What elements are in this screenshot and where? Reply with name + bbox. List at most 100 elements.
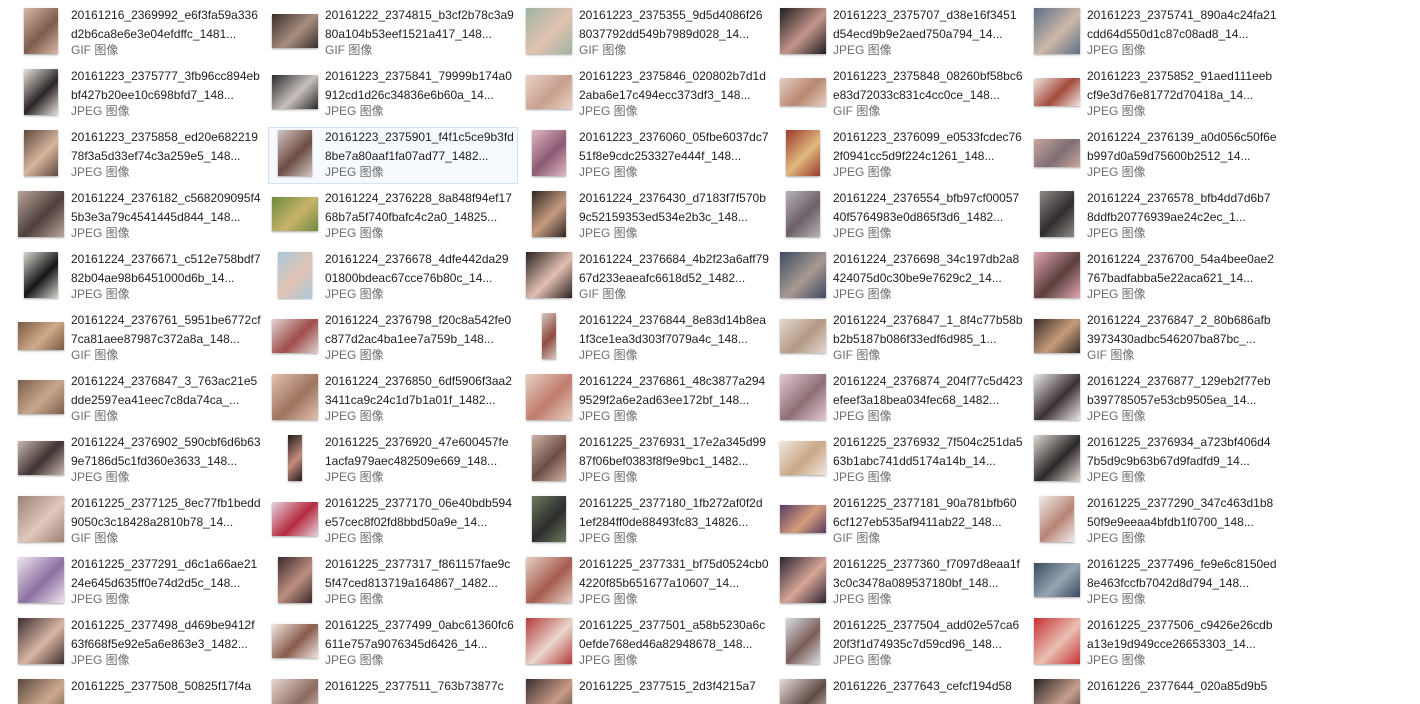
file-name[interactable]: 20161224_2376700_54a4bee0ae2767badfabba5… (1087, 250, 1277, 288)
file-name[interactable]: 20161225_2377180_1fb272af0f2d1ef284ff0de… (579, 494, 769, 532)
file-item[interactable]: 20161224_2376798_f20c8a542fe0c877d2ac4ba… (268, 310, 518, 367)
file-thumbnail[interactable] (17, 556, 65, 604)
file-name[interactable]: 20161225_2377511_763b73877c (325, 677, 515, 704)
file-thumbnail[interactable] (1033, 678, 1081, 704)
file-name[interactable]: 20161225_2377125_8ec77fb1bedd9050c3c1842… (71, 494, 261, 532)
file-name[interactable]: 20161224_2376671_c512e758bdf782b04ae98b6… (71, 250, 261, 288)
file-item[interactable]: 20161224_2376678_4dfe442da2901800bdeac67… (268, 249, 518, 306)
file-item[interactable]: 20161223_2375355_9d5d4086f268037792dd549… (522, 5, 772, 62)
file-item[interactable]: 20161223_2376099_e0533fcdec762f0941cc5d9… (776, 127, 1026, 184)
file-name[interactable]: 20161225_2377290_347c463d1b850f9e9eeaa4b… (1087, 494, 1277, 532)
file-thumbnail[interactable] (525, 190, 573, 238)
file-name[interactable]: 20161224_2376430_d7183f7f570b9c52159353e… (579, 189, 769, 227)
file-thumbnail[interactable] (271, 251, 319, 299)
file-thumbnail[interactable] (779, 678, 827, 704)
file-thumbnail[interactable] (1033, 251, 1081, 299)
file-name[interactable]: 20161225_2377504_add02e57ca620f3f1d74935… (833, 616, 1023, 654)
file-thumbnail[interactable] (1033, 129, 1081, 177)
file-thumbnail[interactable] (17, 68, 65, 116)
file-thumbnail[interactable] (1033, 495, 1081, 543)
file-item[interactable]: 20161223_2375901_f4f1c5ce9b3fd8be7a80aaf… (268, 127, 518, 184)
file-thumbnail[interactable] (17, 617, 65, 665)
file-name[interactable]: 20161224_2376847_2_80b686afb3973430adbc5… (1087, 311, 1277, 349)
file-thumbnail[interactable] (1033, 190, 1081, 238)
file-item[interactable]: 20161225_2377496_fe9e6c8150ed8e463fccfb7… (1030, 554, 1280, 611)
file-name[interactable]: 20161223_2375901_f4f1c5ce9b3fd8be7a80aaf… (325, 128, 515, 166)
file-thumbnail[interactable] (779, 251, 827, 299)
file-item[interactable]: 20161225_2376920_47e600457fe1acfa979aec4… (268, 432, 518, 489)
file-thumbnail[interactable] (779, 190, 827, 238)
file-item[interactable]: 20161224_2376684_4b2f23a6aff7967d233eaea… (522, 249, 772, 306)
file-name[interactable]: 20161224_2376139_a0d056c50f6eb997d0a59d7… (1087, 128, 1277, 166)
file-thumbnail[interactable] (525, 434, 573, 482)
file-thumbnail[interactable] (17, 7, 65, 55)
file-item[interactable]: 20161226_2377643_cefcf194d58 (776, 676, 1026, 704)
file-item[interactable]: 20161225_2377360_f7097d8eaa1f3c0c3478a08… (776, 554, 1026, 611)
file-item[interactable]: 20161225_2377170_06e40bdb594e57cec8f02fd… (268, 493, 518, 550)
file-item[interactable]: 20161224_2376578_bfb4dd7d6b78ddfb2077693… (1030, 188, 1280, 245)
file-item[interactable]: 20161224_2376847_3_763ac21e5dde2597ea41e… (14, 371, 264, 428)
file-thumbnail[interactable] (271, 678, 319, 704)
file-thumbnail[interactable] (525, 251, 573, 299)
file-thumbnail[interactable] (1033, 373, 1081, 421)
file-thumbnail[interactable] (779, 495, 827, 543)
file-name[interactable]: 20161225_2377181_90a781bfb606cf127eb535a… (833, 494, 1023, 532)
file-thumbnail[interactable] (17, 495, 65, 543)
file-thumbnail[interactable] (271, 129, 319, 177)
file-name[interactable]: 20161224_2376877_129eb2f77ebb397785057e5… (1087, 372, 1277, 410)
file-item[interactable]: 20161223_2375707_d38e16f3451d54ecd9b9e2a… (776, 5, 1026, 62)
file-item[interactable]: 20161224_2376847_2_80b686afb3973430adbc5… (1030, 310, 1280, 367)
file-name[interactable]: 20161225_2377170_06e40bdb594e57cec8f02fd… (325, 494, 515, 532)
file-item[interactable]: 20161223_2375852_91aed111eebcf9e3d76e817… (1030, 66, 1280, 123)
file-thumbnail[interactable] (17, 678, 65, 704)
file-item[interactable]: 20161224_2376698_34c197db2a8424075d0c30b… (776, 249, 1026, 306)
file-name[interactable]: 20161224_2376874_204f77c5d423efeef3a18be… (833, 372, 1023, 410)
file-name[interactable]: 20161225_2377515_2d3f4215a7 (579, 677, 769, 704)
file-name[interactable]: 20161224_2376847_3_763ac21e5dde2597ea41e… (71, 372, 261, 410)
file-name[interactable]: 20161224_2376861_48c3877a2949529f2a6e2ad… (579, 372, 769, 410)
file-item[interactable]: 20161224_2376554_bfb97cf0005740f5764983e… (776, 188, 1026, 245)
file-item[interactable]: 20161225_2377180_1fb272af0f2d1ef284ff0de… (522, 493, 772, 550)
file-name[interactable]: 20161225_2377498_d469be9412f63f668f5e92e… (71, 616, 261, 654)
file-name[interactable]: 20161224_2376850_6df5906f3aa23411ca9c24c… (325, 372, 515, 410)
file-item[interactable]: 20161223_2375741_890a4c24fa21cdd64d550d1… (1030, 5, 1280, 62)
file-name[interactable]: 20161225_2377496_fe9e6c8150ed8e463fccfb7… (1087, 555, 1277, 593)
file-name[interactable]: 20161224_2376678_4dfe442da2901800bdeac67… (325, 250, 515, 288)
file-item[interactable]: 20161225_2377291_d6c1a66ae2124e645d635ff… (14, 554, 264, 611)
file-thumbnail[interactable] (779, 617, 827, 665)
file-item[interactable]: 20161224_2376430_d7183f7f570b9c52159353e… (522, 188, 772, 245)
file-item[interactable]: 20161225_2377290_347c463d1b850f9e9eeaa4b… (1030, 493, 1280, 550)
file-thumbnail[interactable] (525, 373, 573, 421)
file-name[interactable]: 20161225_2377501_a58b5230a6c0efde768ed46… (579, 616, 769, 654)
file-name[interactable]: 20161223_2375848_08260bf58bc6e83d72033c8… (833, 67, 1023, 105)
file-thumbnail[interactable] (271, 190, 319, 238)
file-item[interactable]: 20161224_2376861_48c3877a2949529f2a6e2ad… (522, 371, 772, 428)
file-thumbnail[interactable] (525, 495, 573, 543)
file-name[interactable]: 20161224_2376847_1_8f4c77b58bb2b5187b086… (833, 311, 1023, 349)
file-item[interactable]: 20161216_2369992_e6f3fa59a336d2b6ca8e6e3… (14, 5, 264, 62)
file-thumbnail[interactable] (271, 434, 319, 482)
file-name[interactable]: 20161225_2377508_50825f17f4a (71, 677, 261, 704)
file-item[interactable]: 20161223_2376060_05fbe6037dc751f8e9cdc25… (522, 127, 772, 184)
file-name[interactable]: 20161224_2376761_5951be6772cf7ca81aee879… (71, 311, 261, 349)
file-thumbnail[interactable] (271, 556, 319, 604)
file-name[interactable]: 20161224_2376554_bfb97cf0005740f5764983e… (833, 189, 1023, 227)
file-item[interactable]: 20161224_2376844_8e83d14b8ea1f3ce1ea3d30… (522, 310, 772, 367)
file-name[interactable]: 20161226_2377644_020a85d9b5 (1087, 677, 1277, 704)
file-thumbnail[interactable] (17, 373, 65, 421)
file-name[interactable]: 20161223_2376060_05fbe6037dc751f8e9cdc25… (579, 128, 769, 166)
file-item[interactable]: 20161223_2375858_ed20e68221978f3a5d33ef7… (14, 127, 264, 184)
file-item[interactable]: 20161225_2377506_c9426e26cdba13e19d949cc… (1030, 615, 1280, 672)
file-item[interactable]: 20161225_2377508_50825f17f4a (14, 676, 264, 704)
file-thumbnail[interactable] (779, 373, 827, 421)
file-thumbnail[interactable] (1033, 434, 1081, 482)
file-name[interactable]: 20161223_2375741_890a4c24fa21cdd64d550d1… (1087, 6, 1277, 44)
file-item[interactable]: 20161224_2376700_54a4bee0ae2767badfabba5… (1030, 249, 1280, 306)
file-thumbnail[interactable] (17, 251, 65, 299)
file-item[interactable]: 20161224_2376671_c512e758bdf782b04ae98b6… (14, 249, 264, 306)
file-item[interactable]: 20161224_2376182_c568209095f45b3e3a79c45… (14, 188, 264, 245)
file-thumbnail[interactable] (779, 556, 827, 604)
file-item[interactable]: 20161225_2377499_0abc61360fc6611e757a907… (268, 615, 518, 672)
file-name[interactable]: 20161225_2377506_c9426e26cdba13e19d949cc… (1087, 616, 1277, 654)
file-name[interactable]: 20161225_2376920_47e600457fe1acfa979aec4… (325, 433, 515, 471)
